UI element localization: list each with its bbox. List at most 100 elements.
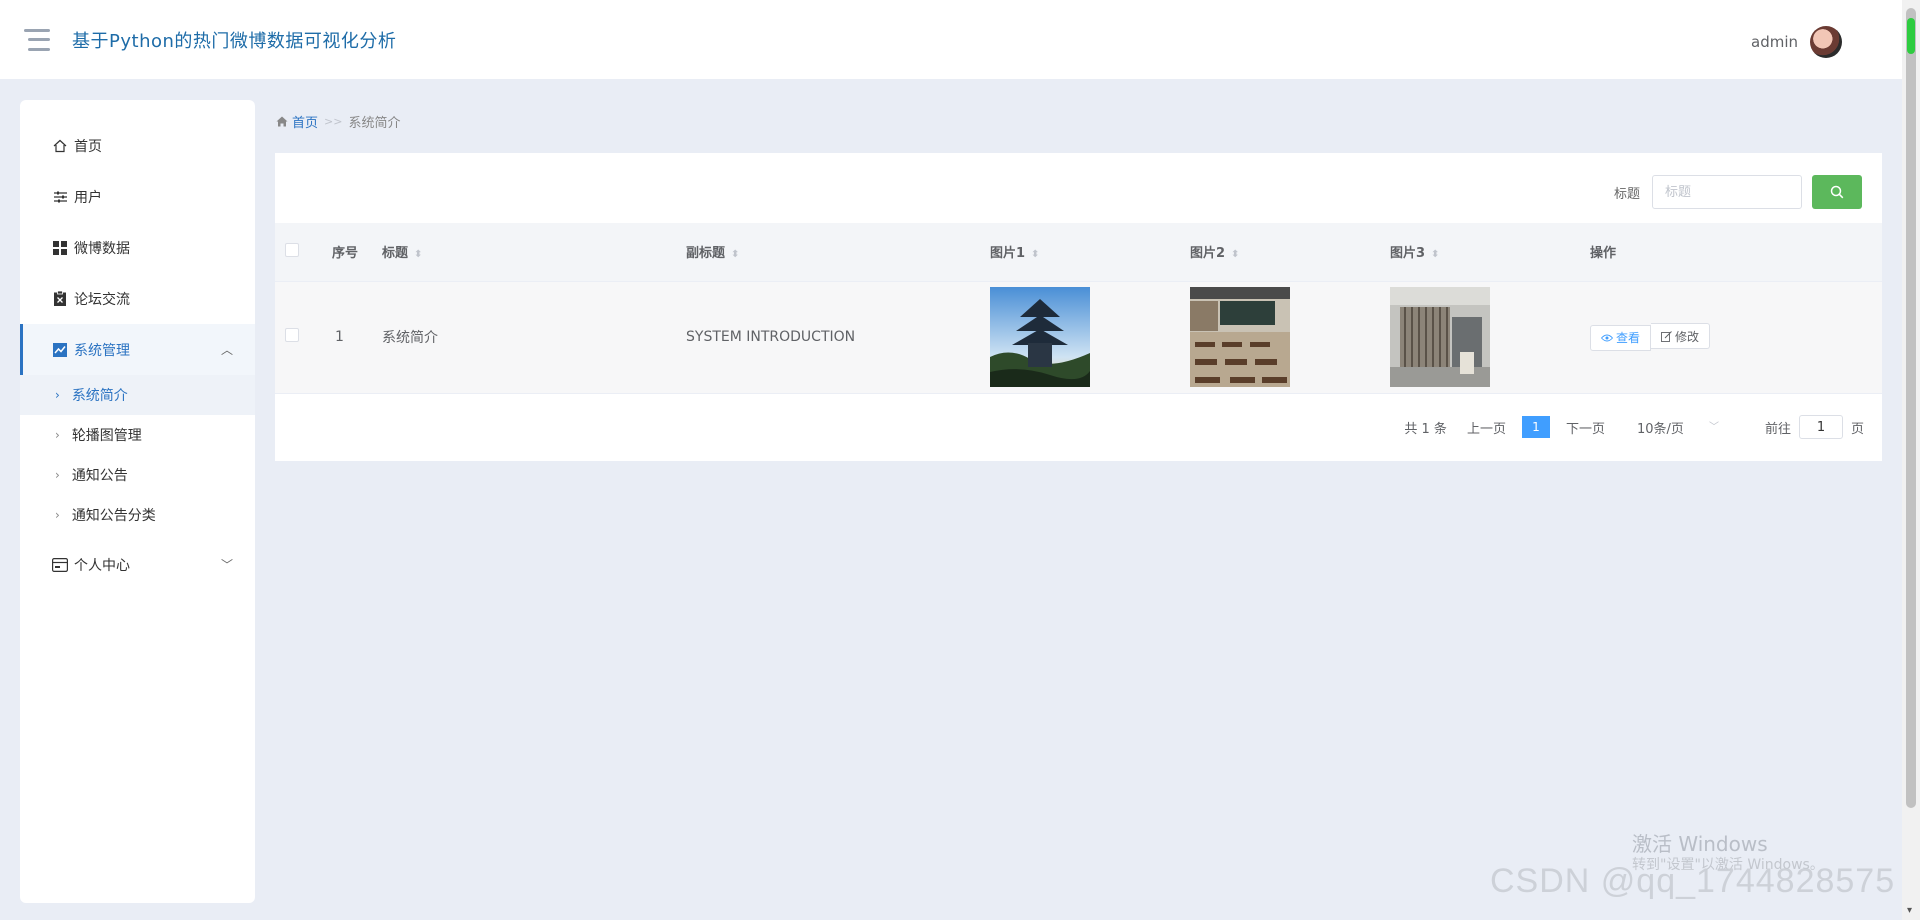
cell-pic2 [1190, 281, 1390, 393]
cell-subtitle: SYSTEM INTRODUCTION [686, 329, 856, 345]
chevron-right-icon: › [55, 508, 60, 522]
search-bar: 标题 [1614, 175, 1862, 209]
sidebar-item-label: 论坛交流 [74, 291, 130, 308]
sidebar-subitem-system-intro[interactable]: › 系统简介 [20, 375, 255, 415]
csdn-watermark: CSDN @qq_1744828575 [1490, 862, 1896, 900]
breadcrumb-home-label: 首页 [292, 116, 319, 131]
scrollbar-thumb[interactable] [1906, 8, 1916, 808]
col-header-pic3-label: 图片3 [1390, 246, 1426, 262]
sidebar-item-users[interactable]: 用户 [20, 171, 255, 222]
cell-ops: 查看 修改 [1590, 281, 1882, 393]
home-icon [52, 138, 68, 154]
page-jumper: 前往 页 [1765, 415, 1864, 439]
clipboard-icon [52, 291, 68, 307]
windows-activation-title: 激活 Windows [1632, 832, 1768, 856]
app-title: 基于Python的热门微博数据可视化分析 [72, 30, 397, 52]
sidebar-item-label: 微博数据 [74, 240, 130, 257]
sidebar-subitem-carousel[interactable]: › 轮播图管理 [20, 415, 255, 455]
sort-icon[interactable]: ⬍ [414, 249, 422, 260]
sidebar-subitem-notice-category[interactable]: › 通知公告分类 [20, 495, 255, 535]
col-header-subtitle[interactable]: 副标题 ⬍ [686, 223, 990, 281]
chevron-down-icon: ﹀ [220, 558, 233, 572]
office-image[interactable] [1390, 287, 1490, 387]
scroll-down-icon[interactable]: ▾ [1907, 905, 1912, 916]
sidebar-subitem-label: 系统简介 [71, 388, 128, 404]
col-header-pic1[interactable]: 图片1 ⬍ [990, 223, 1190, 281]
grid-icon [52, 240, 68, 256]
col-header-ops: 操作 [1590, 246, 1617, 262]
view-button[interactable]: 查看 [1590, 324, 1652, 351]
search-button[interactable] [1812, 175, 1862, 209]
top-header: 基于Python的热门微博数据可视化分析 admin [0, 0, 1902, 79]
col-header-title-label: 标题 [382, 246, 409, 262]
edit-icon [1661, 330, 1672, 342]
page-size-select[interactable]: 10条/页 ﹀ [1637, 418, 1719, 437]
cell-title: 系统简介 [382, 330, 438, 346]
page-number-button[interactable]: 1 [1521, 416, 1550, 438]
user-menu[interactable]: admin [1751, 26, 1842, 58]
sidebar-subitem-notice[interactable]: › 通知公告 [20, 455, 255, 495]
sidebar-item-weibo-data[interactable]: 微博数据 [20, 222, 255, 273]
sidebar-item-label: 首页 [74, 138, 102, 155]
sort-icon[interactable]: ⬍ [731, 249, 739, 260]
goto-page-input[interactable] [1798, 415, 1843, 439]
pagination: 共 1 条 上一页 1 下一页 10条/页 ﹀ 前往 页 [1404, 415, 1864, 439]
breadcrumb-home[interactable]: 首页 [276, 112, 318, 131]
col-header-subtitle-label: 副标题 [686, 246, 726, 262]
prev-page-button[interactable]: 上一页 [1467, 418, 1506, 437]
sliders-icon [52, 189, 68, 205]
sort-icon[interactable]: ⬍ [1231, 249, 1239, 260]
sort-icon[interactable]: ⬍ [1431, 249, 1439, 260]
page-scrollbar[interactable]: ▾ [1902, 0, 1920, 920]
sidebar-subitem-label: 通知公告 [71, 468, 128, 484]
sidebar-subitem-label: 通知公告分类 [71, 508, 156, 524]
sidebar-item-home[interactable]: 首页 [20, 120, 255, 171]
data-table: 序号 标题 ⬍ 副标题 ⬍ 图片1 ⬍ 图片2 ⬍ 图片3 ⬍ 操作 1 系统简介 SYS… [275, 223, 1882, 394]
chart-icon [52, 342, 68, 358]
breadcrumb-current: 系统简介 [348, 116, 401, 131]
cell-pic1 [990, 281, 1190, 393]
next-page-button[interactable]: 下一页 [1566, 418, 1605, 437]
scrollbar-indicator [1907, 18, 1915, 54]
row-checkbox[interactable] [285, 328, 299, 342]
avatar[interactable] [1810, 26, 1842, 58]
menu-toggle-icon[interactable] [24, 28, 50, 51]
classroom-image[interactable] [1190, 287, 1290, 387]
pagoda-image[interactable] [990, 287, 1090, 387]
sidebar-item-personal-center[interactable]: 个人中心 ﹀ [20, 539, 255, 590]
breadcrumb-separator: >> [324, 115, 343, 128]
home-icon [276, 116, 288, 127]
table-header-row: 序号 标题 ⬍ 副标题 ⬍ 图片1 ⬍ 图片2 ⬍ 图片3 ⬍ 操作 [275, 223, 1882, 281]
chevron-up-icon: ︿ [220, 343, 233, 357]
card-icon [52, 557, 68, 573]
content-panel: 标题 序号 标题 ⬍ 副标题 ⬍ 图片1 ⬍ 图片2 ⬍ 图片3 ⬍ 操作 [275, 153, 1882, 461]
table-row: 1 系统简介 SYSTEM INTRODUCTION 查看 修改 [275, 281, 1882, 393]
sidebar-item-forum[interactable]: 论坛交流 [20, 273, 255, 324]
search-icon [1830, 185, 1844, 199]
sidebar-item-system-management[interactable]: 系统管理 ︿ [20, 324, 255, 375]
search-label: 标题 [1613, 186, 1640, 202]
breadcrumb: 首页 >> 系统简介 [276, 112, 400, 131]
edit-button-label: 修改 [1675, 329, 1700, 344]
search-input[interactable] [1652, 175, 1802, 209]
col-header-pic2-label: 图片2 [1190, 246, 1226, 262]
cell-index: 1 [335, 329, 344, 345]
sidebar: 首页 用户 微博数据 论坛交流 系统管理 ︿ › 系统简介 › 轮播图管理 › … [20, 100, 255, 903]
page-size-value: 10条/页 [1636, 421, 1684, 437]
pagination-total: 共 1 条 [1404, 421, 1447, 437]
chevron-right-icon: › [55, 428, 60, 442]
cell-pic3 [1390, 281, 1590, 393]
sidebar-subitem-label: 轮播图管理 [71, 428, 142, 444]
select-all-checkbox[interactable] [285, 242, 299, 257]
col-header-pic3[interactable]: 图片3 ⬍ [1390, 223, 1590, 281]
sort-icon[interactable]: ⬍ [1031, 249, 1039, 260]
username: admin [1751, 33, 1798, 51]
sidebar-item-label: 系统管理 [74, 342, 130, 359]
eye-icon [1601, 334, 1613, 342]
edit-button[interactable]: 修改 [1651, 323, 1711, 350]
col-header-index: 序号 [332, 246, 359, 262]
col-header-pic2[interactable]: 图片2 ⬍ [1190, 223, 1390, 281]
col-header-title[interactable]: 标题 ⬍ [382, 223, 686, 281]
sidebar-item-label: 用户 [74, 189, 102, 206]
col-header-pic1-label: 图片1 [990, 246, 1026, 262]
